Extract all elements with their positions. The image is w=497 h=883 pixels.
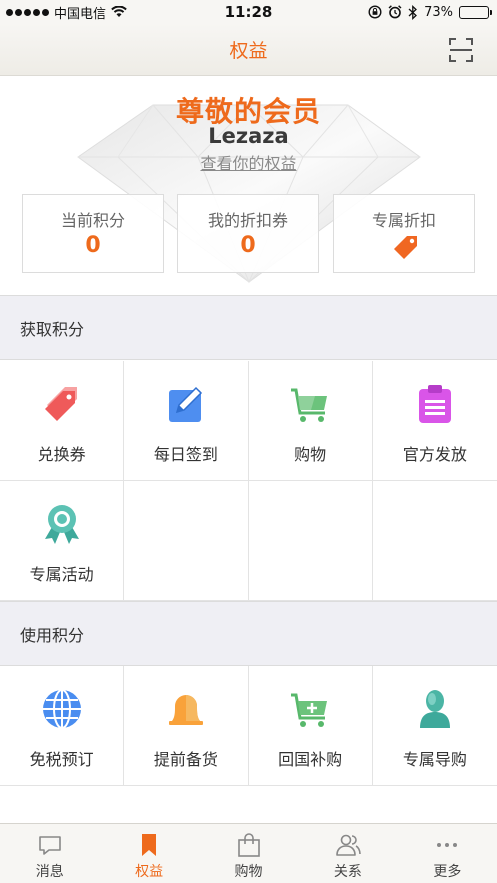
view-benefits-row: 查看你的权益 <box>0 150 497 174</box>
tab-label: 权益 <box>135 864 164 880</box>
earn-item-daily-checkin[interactable]: 每日签到 <box>124 361 249 481</box>
earn-points-grid: 兑换券 每日签到 购物 官方发放 专属活动 <box>0 361 497 601</box>
globe-icon <box>42 689 81 729</box>
member-username: Lezaza <box>208 124 289 148</box>
coupon-tag-icon <box>44 387 77 421</box>
tab-benefits[interactable]: 权益 <box>99 824 198 883</box>
earn-item-exclusive-event[interactable]: 专属活动 <box>0 481 125 601</box>
shopping-cart-icon <box>291 388 328 422</box>
use-item-shopping-guide[interactable]: 专属导购 <box>372 666 497 786</box>
tab-label: 购物 <box>234 864 263 880</box>
stat-value: 0 <box>85 233 101 258</box>
tab-bar: 消息 权益 购物 关系 更多 <box>0 823 497 883</box>
shopping-bag-icon <box>237 833 260 857</box>
bluetooth-icon <box>408 4 418 20</box>
section-title: 获取积分 <box>20 319 85 339</box>
use-item-pre-stock[interactable]: 提前备货 <box>124 666 249 786</box>
use-item-return-repurchase[interactable]: 回国补购 <box>248 666 373 786</box>
tab-label: 更多 <box>433 864 462 880</box>
rotation-lock-icon <box>368 5 382 19</box>
edit-pencil-icon <box>168 386 202 422</box>
earn-item-shopping[interactable]: 购物 <box>248 361 373 481</box>
carrier-name: 中国电信 <box>54 6 107 22</box>
tab-relations[interactable]: 关系 <box>298 824 397 883</box>
section-use-points: 使用积分 <box>0 601 497 666</box>
section-title: 使用积分 <box>20 625 85 645</box>
wifi-icon <box>111 6 127 17</box>
clipboard-icon <box>418 385 451 423</box>
earn-item-coupon[interactable]: 兑换券 <box>0 361 125 481</box>
stat-label: 我的折扣券 <box>207 211 288 230</box>
item-label: 专属导购 <box>402 750 467 769</box>
item-label: 兑换券 <box>37 445 86 464</box>
tab-label: 消息 <box>35 864 64 880</box>
status-bar: 中国电信 11:28 73% <box>0 0 497 24</box>
scan-icon[interactable] <box>449 38 473 62</box>
item-label: 专属活动 <box>29 565 94 584</box>
signal-strength-icon <box>6 8 49 16</box>
item-label: 免税预订 <box>29 750 94 769</box>
stat-exclusive-discount[interactable]: 专属折扣 <box>333 194 475 273</box>
tab-more[interactable]: 更多 <box>398 824 497 883</box>
bookmark-icon <box>142 834 157 856</box>
battery-icon <box>459 5 492 19</box>
more-dots-icon <box>437 843 458 847</box>
award-ribbon-icon <box>44 505 79 544</box>
shopping-guide-person-icon <box>419 690 450 728</box>
tab-label: 关系 <box>333 864 362 880</box>
tag-icon <box>394 236 417 259</box>
battery-percent: 73% <box>424 4 453 20</box>
bell-icon <box>168 695 203 725</box>
item-label: 每日签到 <box>153 445 218 464</box>
section-earn-points: 获取积分 <box>0 295 497 360</box>
empty-cell <box>372 481 497 601</box>
stat-value: 0 <box>240 233 256 258</box>
status-right: 73% <box>368 4 497 20</box>
status-left: 中国电信 <box>0 3 180 22</box>
page-title: 权益 <box>229 40 268 62</box>
view-benefits-link[interactable]: 查看你的权益 <box>200 154 296 173</box>
alarm-icon <box>388 5 402 19</box>
contacts-icon <box>336 834 361 856</box>
stat-current-points[interactable]: 当前积分 0 <box>22 194 164 273</box>
stat-my-coupons[interactable]: 我的折扣券 0 <box>177 194 319 273</box>
message-icon <box>38 836 61 855</box>
member-hero: 尊敬的会员 Lezaza 查看你的权益 当前积分 0 我的折扣券 0 专属折扣 <box>0 77 497 295</box>
stat-label: 当前积分 <box>60 211 125 230</box>
use-points-grid: 免税预订 提前备货 回国补购 专属导购 <box>0 666 497 786</box>
cart-add-icon <box>291 693 328 727</box>
item-label: 回国补购 <box>278 750 343 769</box>
tab-messages[interactable]: 消息 <box>0 824 99 883</box>
item-label: 购物 <box>294 445 327 464</box>
stat-label: 专属折扣 <box>371 211 436 230</box>
empty-cell <box>248 481 373 601</box>
item-label: 提前备货 <box>153 750 218 769</box>
item-label: 官方发放 <box>402 445 467 464</box>
empty-cell <box>124 481 249 601</box>
use-item-duty-free[interactable]: 免税预订 <box>0 666 125 786</box>
earn-item-official-grant[interactable]: 官方发放 <box>372 361 497 481</box>
tab-shopping[interactable]: 购物 <box>199 824 298 883</box>
nav-bar: 权益 <box>0 24 497 76</box>
app-screen: 中国电信 11:28 73% 权益 尊敬的会员 Lezaza 查看你的权益 当前… <box>0 0 497 883</box>
